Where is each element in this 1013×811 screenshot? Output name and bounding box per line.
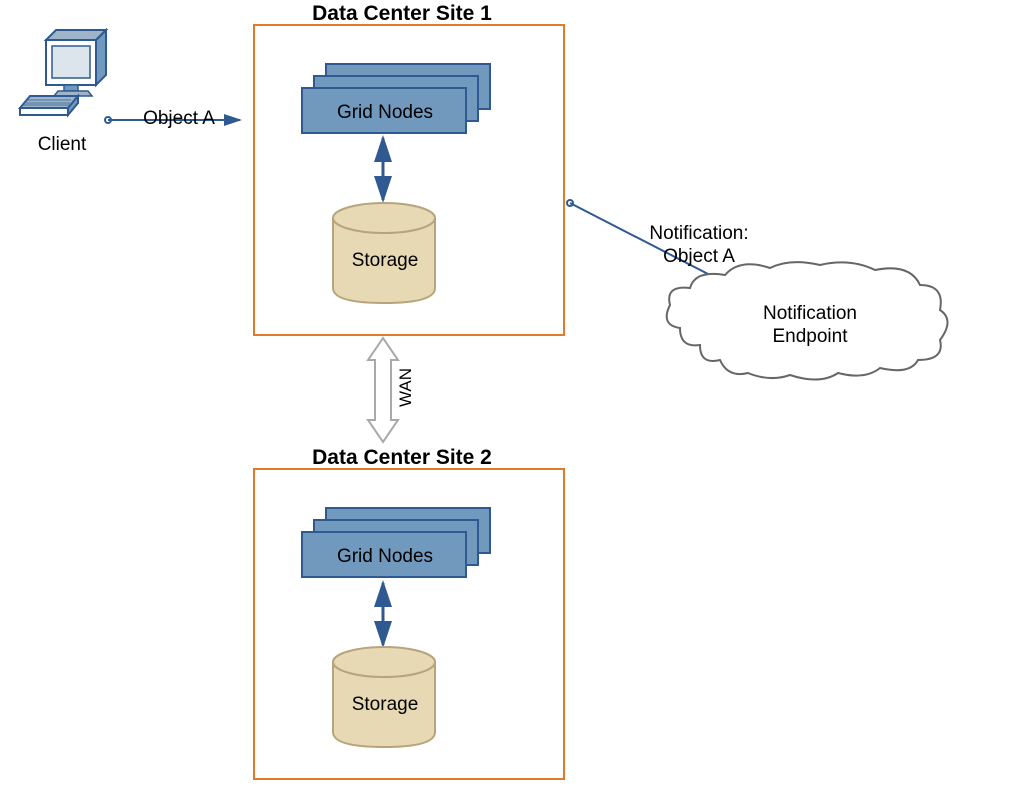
client-icon	[20, 30, 106, 115]
endpoint-label-2: Endpoint	[750, 326, 870, 348]
object-a-label: Object A	[134, 108, 224, 130]
wan-arrow-icon	[368, 338, 398, 442]
site1-storage-label: Storage	[340, 250, 430, 272]
wan-label: WAN	[396, 368, 416, 407]
endpoint-label-1: Notification	[750, 303, 870, 325]
site2-grid-nodes-label: Grid Nodes	[315, 546, 455, 568]
site1-grid-nodes-label: Grid Nodes	[315, 102, 455, 124]
notification-label-1: Notification:	[634, 223, 764, 245]
site2-storage-label: Storage	[340, 694, 430, 716]
site1-title: Data Center Site 1	[277, 2, 527, 26]
client-label: Client	[22, 134, 102, 156]
notification-label-2: Object A	[634, 246, 764, 268]
site2-title: Data Center Site 2	[277, 446, 527, 470]
